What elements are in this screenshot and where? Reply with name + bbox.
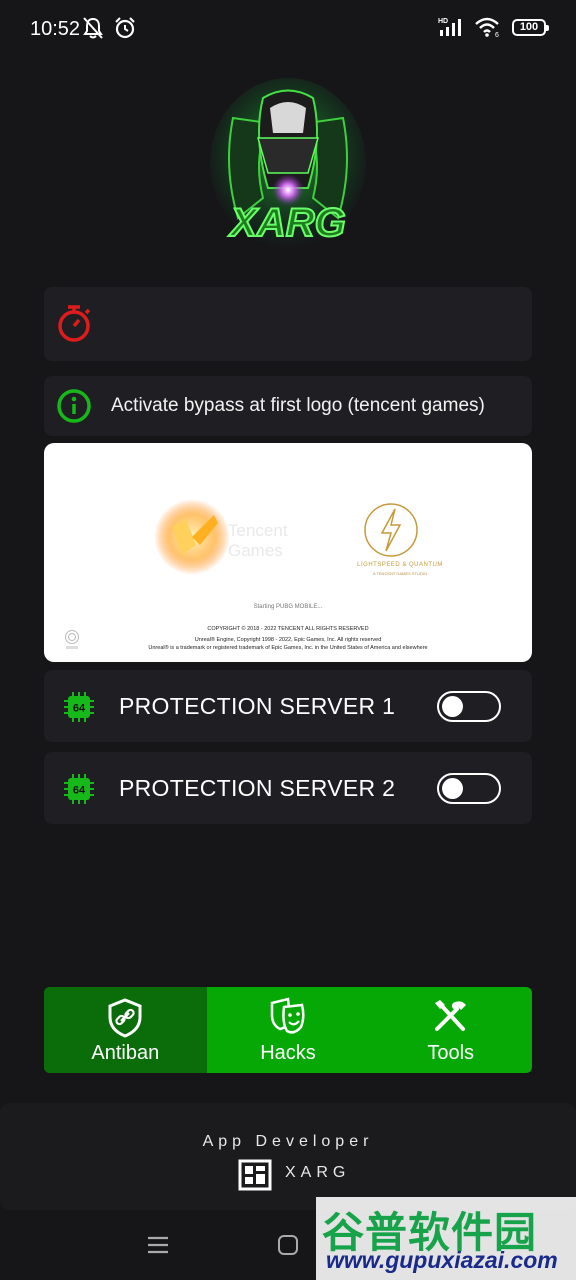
server-2-toggle[interactable] [437, 773, 501, 804]
xarg-logo: XARG [208, 78, 368, 258]
status-icons-right: HD 6 100 [438, 16, 549, 38]
shield-link-icon [108, 998, 142, 1038]
lightspeed-text: LIGHTSPEED & QUANTUM [357, 562, 443, 568]
developer-name: XARG [285, 1164, 351, 1181]
info-text: Activate bypass at first logo (tencent g… [111, 395, 485, 416]
server-row-1: 64 PROTECTION SERVER 1 [44, 670, 532, 742]
tab-label: Tools [427, 1042, 475, 1064]
chip-label: 64 [73, 703, 86, 715]
notifications-off-icon [83, 17, 103, 39]
toggle-knob [442, 778, 463, 799]
server-label: PROTECTION SERVER 1 [119, 693, 396, 719]
tencent-games-text: Tencent Games [228, 521, 288, 560]
chip-64-icon: 64 [64, 692, 94, 722]
battery-level: 100 [519, 21, 539, 33]
developer-card: App Developer XARG [0, 1103, 576, 1210]
copyright-line-2: Unreal® Engine, Copyright 1998 - 2022, E… [194, 637, 382, 643]
battery-indicator: 100 [512, 18, 549, 36]
toggle-knob [442, 696, 463, 717]
copyright-line-3: Unreal® is a trademark or registered tra… [148, 645, 428, 651]
tab-label: Hacks [260, 1042, 316, 1064]
starting-text: Starting PUBG MOBILE... [253, 604, 323, 610]
tencent-logo-icon [154, 499, 230, 575]
svg-text:6: 6 [495, 32, 499, 38]
timer-card [44, 287, 532, 361]
tools-icon [434, 1000, 466, 1031]
developer-logo-icon [238, 1159, 272, 1191]
site-watermark: 谷普软件园 www.gupuxiazai.com [316, 1197, 576, 1280]
signal-icon: HD [438, 18, 461, 36]
watermark-url-text: www.gupuxiazai.com [326, 1247, 558, 1273]
rating-badge-icon [65, 630, 79, 649]
copyright-line-1: COPYRIGHT © 2018 - 2022 TENCENT ALL RIGH… [207, 626, 369, 632]
tab-antiban[interactable]: Antiban [44, 987, 207, 1073]
tab-tools[interactable]: Tools [369, 987, 532, 1073]
tab-label: Antiban [91, 1042, 160, 1064]
bottom-tab-bar: Antiban Hacks Tools [44, 987, 532, 1073]
tab-hacks[interactable]: Hacks [207, 987, 370, 1073]
developer-title: App Developer [202, 1133, 374, 1150]
server-label: PROTECTION SERVER 2 [119, 775, 396, 801]
server-row-2: 64 PROTECTION SERVER 2 [44, 752, 532, 824]
info-card: Activate bypass at first logo (tencent g… [44, 376, 532, 436]
info-icon [57, 389, 91, 423]
lightspeed-subtext: A TENCENT GAMES STUDIO [372, 571, 428, 576]
status-bar: 10:52 HD 6 100 [0, 0, 576, 62]
svg-text:HD: HD [438, 18, 448, 25]
timer-icon [58, 305, 91, 342]
chip-64-icon: 64 [64, 774, 94, 804]
lightspeed-logo-icon [364, 503, 418, 557]
status-time: 10:52 [30, 18, 81, 40]
svg-text:XARG: XARG [228, 201, 346, 245]
alarm-icon [115, 17, 135, 39]
chip-label: 64 [73, 785, 86, 797]
game-splash-preview: Tencent Games LIGHTSPEED & QUANTUM A TEN… [44, 443, 532, 662]
mask-icon [270, 997, 305, 1034]
wifi-icon: 6 [475, 17, 499, 38]
recents-menu-icon[interactable] [147, 1235, 169, 1255]
status-icons-left [82, 16, 136, 40]
home-button[interactable] [278, 1235, 298, 1255]
server-1-toggle[interactable] [437, 691, 501, 722]
